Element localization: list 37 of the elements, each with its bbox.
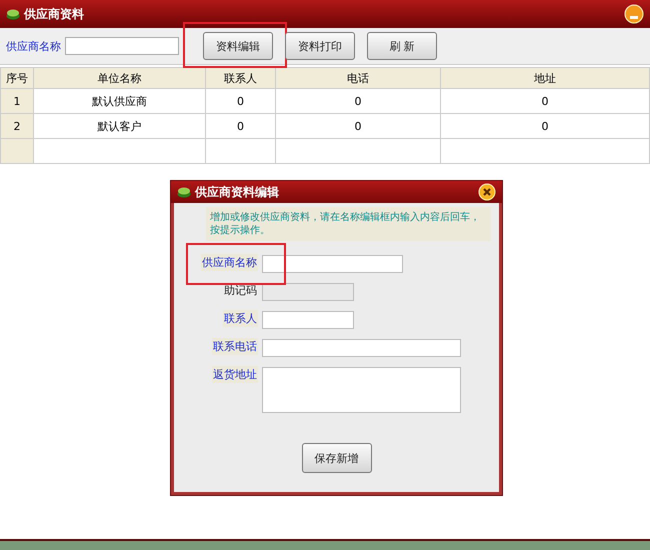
table-cell: 默认供应商 — [34, 88, 206, 114]
app-icon — [177, 186, 191, 198]
row-number: 1 — [0, 88, 34, 114]
row-number: 2 — [0, 114, 34, 138]
table-cell: 0 — [206, 88, 276, 114]
close-icon[interactable] — [478, 183, 496, 201]
field-label: 返货地址 — [212, 366, 258, 383]
column-header: 地址 — [440, 68, 650, 88]
dialog-title: 供应商资料编辑 — [195, 184, 279, 200]
toolbar-button[interactable]: 资料打印 — [285, 32, 355, 60]
table-cell: 0 — [440, 114, 650, 138]
column-header: 单位名称 — [34, 68, 206, 88]
input-field[interactable] — [262, 255, 403, 273]
field-label: 供应商名称 — [201, 254, 258, 271]
app-icon — [6, 8, 20, 20]
field-label: 联系人 — [223, 310, 258, 327]
table-cell: 默认客户 — [34, 114, 206, 138]
input-field[interactable] — [262, 311, 354, 329]
column-header: 电话 — [276, 68, 440, 88]
toolbar-button[interactable]: 资料编辑 — [203, 32, 273, 60]
address-field[interactable] — [262, 367, 461, 413]
input-field[interactable] — [262, 339, 461, 357]
toolbar-button[interactable]: 刷 新 — [367, 32, 437, 60]
window-title: 供应商资料 — [24, 6, 84, 22]
field-label: 联系电话 — [212, 338, 258, 355]
minimize-icon[interactable] — [624, 4, 644, 24]
table-cell: 0 — [276, 114, 440, 138]
column-header: 序号 — [0, 68, 34, 88]
hint-text: 增加或修改供应商资料，请在名称编辑框内输入内容后回车，按提示操作。 — [206, 207, 491, 241]
table-cell: 0 — [206, 114, 276, 138]
save-button[interactable]: 保存新增 — [302, 443, 372, 473]
table-cell: 0 — [440, 88, 650, 114]
supplier-name-field[interactable] — [65, 37, 179, 55]
table-cell: 0 — [276, 88, 440, 114]
supplier-name-label: 供应商名称 — [6, 38, 61, 54]
field-label: 助记码 — [223, 283, 258, 299]
column-header: 联系人 — [206, 68, 276, 88]
